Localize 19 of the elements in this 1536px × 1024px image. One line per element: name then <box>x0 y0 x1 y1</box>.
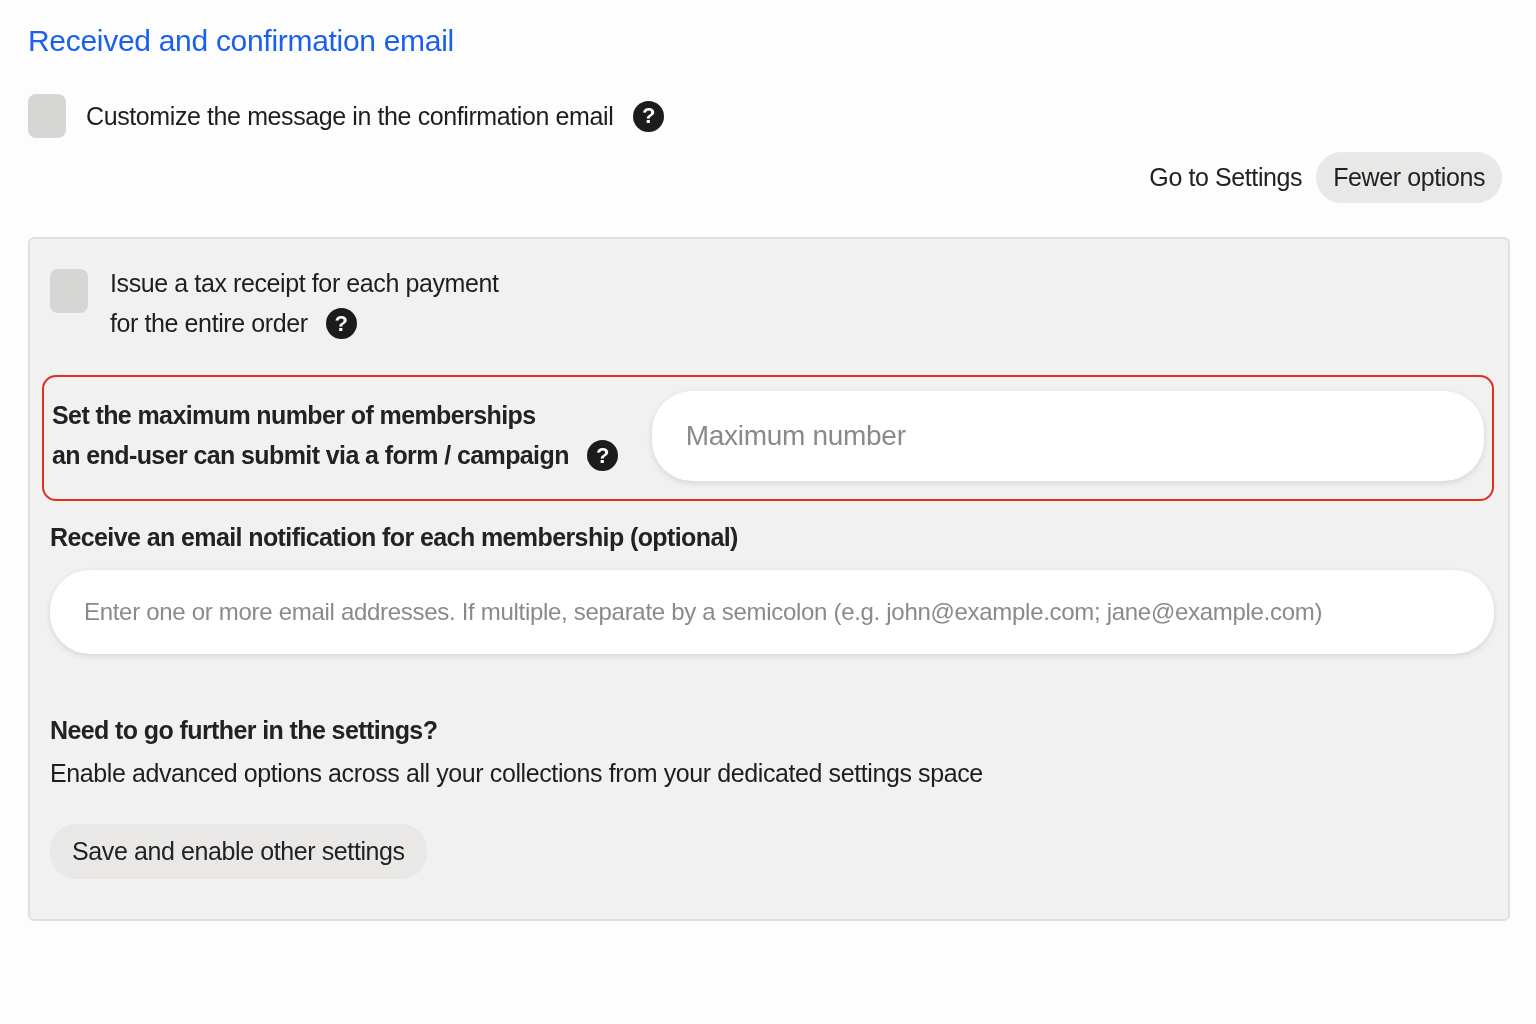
field-label: Receive an email notification for each membership (optional) <box>50 523 739 552</box>
help-icon[interactable]: ? <box>325 308 357 339</box>
checkbox[interactable] <box>50 269 88 313</box>
help-icon[interactable]: ? <box>586 440 618 471</box>
options-button[interactable]: Fewer options <box>1316 152 1502 203</box>
section-title: Received and confirmation email <box>28 24 455 58</box>
checkbox-label: Issue a tax receipt for each payment <box>110 269 499 298</box>
checkbox[interactable] <box>28 94 66 138</box>
input-field[interactable]: Enter one or more email addresses. If multiple, separate by a semicolon (e.g. john@example.com; jane@example.com) <box>50 570 1494 654</box>
field-label: Set the maximum number of memberships <box>52 401 537 430</box>
description: Enable advanced options across all your collections from your dedicated settings space <box>50 759 983 788</box>
input-field[interactable]: Maximum number <box>651 391 1484 481</box>
help-icon[interactable]: ? <box>633 100 665 132</box>
checkbox-label: Customize the message in the confirmation email <box>86 101 614 131</box>
save-button[interactable]: Save and enable other settings <box>50 824 427 879</box>
checkbox-label: for the entire order <box>110 309 308 338</box>
settings-link[interactable]: Go to Settings <box>1149 163 1303 192</box>
field-label: an end-user can submit via a form / campaign <box>52 441 569 470</box>
section-heading: Need to go further in the settings? <box>50 716 438 745</box>
